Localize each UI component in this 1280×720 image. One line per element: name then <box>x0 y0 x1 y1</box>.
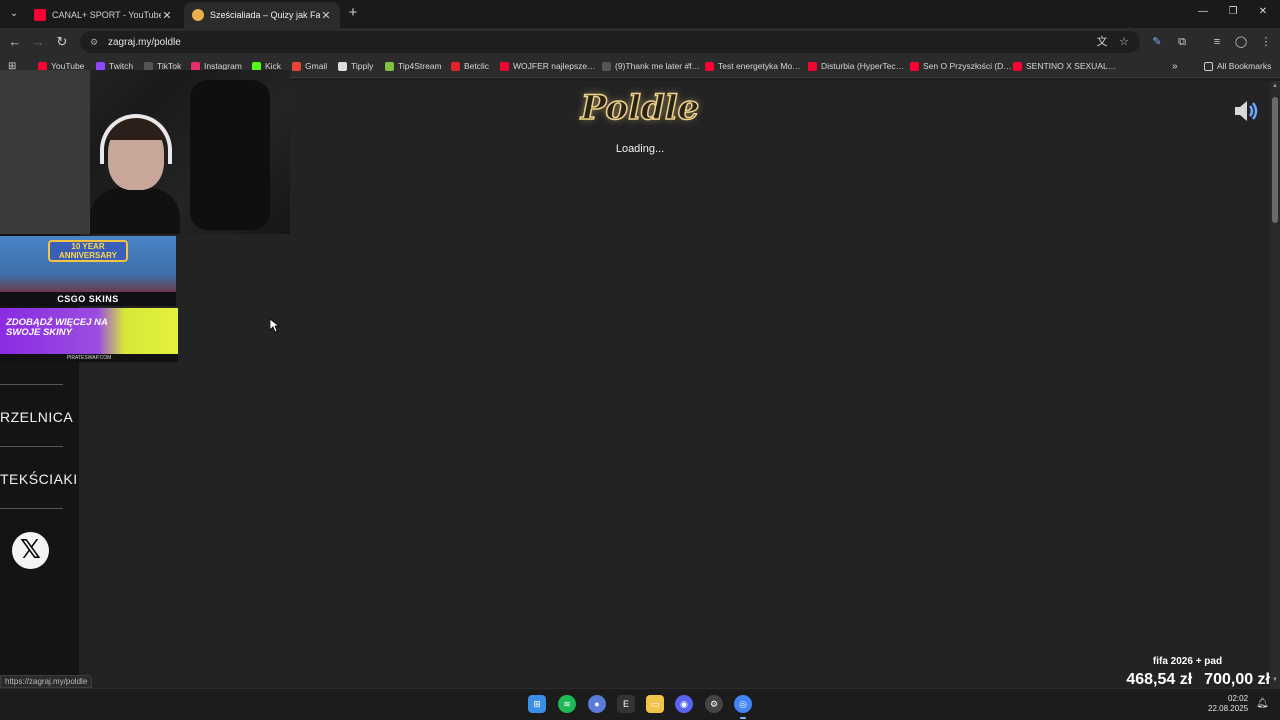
forward-icon[interactable]: → <box>30 34 46 50</box>
bookmark-star-icon[interactable]: ☆ <box>1116 34 1132 50</box>
tab-szescialiada[interactable]: Sześcialiada – Quizy jak Familia… ✕ <box>184 2 340 28</box>
loading-text: Loading... <box>615 143 665 155</box>
steelseries-icon[interactable]: ⚙ <box>705 695 723 713</box>
translate-icon[interactable]: 文 <box>1094 34 1110 50</box>
csgoskins-ad[interactable]: 10 YEAR ANNIVERSARY CSGO SKINS <box>0 236 176 306</box>
window-close-icon[interactable]: ✕ <box>1256 6 1270 17</box>
donation-goal-widget: fifa 2026 + pad 468,54 zł 700,00 zł <box>1080 656 1270 689</box>
x-social-icon[interactable]: 𝕏 <box>12 532 49 569</box>
ad-text: ZDOBĄDŹ WIĘCEJ NA SWOJE SKINY <box>6 317 108 338</box>
bookmark-test-energetyka[interactable]: Test energetyka Mo… <box>705 61 801 71</box>
pirateswap-ad[interactable]: ZDOBĄDŹ WIĘCEJ NA SWOJE SKINY PIRATESWAP… <box>0 308 178 362</box>
youtube-icon <box>910 61 919 71</box>
sidebar-item-strzelnica[interactable]: RZELNICA <box>0 409 79 425</box>
reload-icon[interactable]: ↻ <box>54 34 70 50</box>
close-icon[interactable]: ✕ <box>161 9 173 22</box>
system-clock[interactable]: 02:02 22.08.2025 <box>1208 694 1248 714</box>
sidebar-divider <box>0 446 63 447</box>
sidebar-divider <box>0 508 63 509</box>
tiktok-icon <box>602 61 611 71</box>
back-icon[interactable]: ← <box>7 34 23 50</box>
page-scrollbar[interactable]: ▲ ▼ <box>1270 81 1280 688</box>
menu-icon[interactable]: ⋮ <box>1258 34 1274 50</box>
file-explorer-icon[interactable]: ▭ <box>646 695 664 713</box>
bookmark-betclic[interactable]: Betclic <box>451 61 489 71</box>
new-tab-icon[interactable]: + <box>345 5 361 21</box>
tab-youtube[interactable]: CANAL+ SPORT - YouTube ✕ <box>26 2 181 28</box>
all-bookmarks[interactable]: All Bookmarks <box>1204 61 1271 71</box>
ad-banner: 10 YEAR ANNIVERSARY <box>48 240 128 262</box>
tab-title: CANAL+ SPORT - YouTube <box>52 10 161 20</box>
clock-date: 22.08.2025 <box>1208 704 1249 713</box>
bookmark-wojfer[interactable]: WOJFER najlepsze… <box>500 61 596 71</box>
bookmark-disturbia[interactable]: Disturbia (HyperTec… <box>808 61 904 71</box>
gmail-icon <box>292 61 301 71</box>
discord-icon[interactable]: ◉ <box>675 695 693 713</box>
browser-chrome: ⌄ CANAL+ SPORT - YouTube ✕ Sześcialiada … <box>0 0 1280 81</box>
bookmark-sentino[interactable]: SENTINO X SEXUAL… <box>1013 61 1116 71</box>
youtube-icon <box>34 9 46 21</box>
folder-icon <box>1204 61 1213 71</box>
bookmarks-overflow-icon[interactable]: » <box>1172 61 1178 72</box>
scrollbar-thumb[interactable] <box>1272 97 1278 223</box>
youtube-icon <box>1013 61 1022 71</box>
speaker-icon[interactable] <box>1232 99 1260 123</box>
tab-strip: ⌄ CANAL+ SPORT - YouTube ✕ Sześcialiada … <box>0 0 1280 28</box>
donation-target: 700,00 zł <box>1204 671 1270 688</box>
clock-time: 02:02 <box>1228 694 1249 703</box>
sidebar-divider <box>0 384 63 385</box>
windows-taskbar: ⊞ ≋ ● E ▭ ◉ ⚙ ◎ 02:02 22.08.2025 🔔︎ <box>0 688 1280 720</box>
epic-games-icon[interactable]: E <box>617 695 635 713</box>
site-favicon-icon <box>192 9 204 21</box>
windows-start-icon[interactable]: ⊞ <box>528 695 546 713</box>
tab-title: Sześcialiada – Quizy jak Familia… <box>210 10 320 20</box>
minimize-icon[interactable]: — <box>1196 6 1210 17</box>
tab-search-icon[interactable]: ⌄ <box>5 5 23 23</box>
link-status-bar: https://zagraj.my/poldle <box>0 675 93 688</box>
spotify-icon[interactable]: ≋ <box>558 695 576 713</box>
bookmark-sen-o-przyszlosci[interactable]: Sen O Przyszłości (D… <box>910 61 1012 71</box>
notification-bell-icon[interactable]: 🔔︎ <box>1256 698 1269 709</box>
app-icon[interactable]: ● <box>588 695 606 713</box>
bookmark-gmail[interactable]: Gmail <box>292 61 327 71</box>
webcam-overlay <box>0 70 290 234</box>
close-icon[interactable]: ✕ <box>320 9 332 22</box>
poldle-logo: Poldle <box>580 87 700 129</box>
sidebar-item-teksciaki[interactable]: TEKŚCIAKI <box>0 471 79 487</box>
youtube-icon <box>705 61 714 71</box>
chrome-icon[interactable]: ◎ <box>734 695 752 719</box>
restore-icon[interactable]: ❐ <box>1226 6 1240 17</box>
site-info-icon[interactable]: ⚙ <box>90 37 100 47</box>
bookmark-thank-me-later[interactable]: (9)Thank me later #f… <box>602 61 700 71</box>
address-bar[interactable]: ⚙ zagraj.my/poldle <box>80 31 1140 53</box>
extension-icon[interactable]: ✎ <box>1149 34 1165 50</box>
ad-brand: CSGO SKINS <box>0 292 176 306</box>
tipply-icon <box>338 61 347 71</box>
donation-goal-title: fifa 2026 + pad <box>1152 656 1223 667</box>
media-controls-icon[interactable]: ≡ <box>1209 34 1225 50</box>
youtube-icon <box>500 61 509 71</box>
extensions-puzzle-icon[interactable]: ⧉ <box>1174 34 1190 50</box>
scroll-down-icon[interactable]: ▼ <box>1271 677 1279 683</box>
youtube-icon <box>808 61 817 71</box>
ad-footer: PIRATESWAP.COM <box>0 354 178 362</box>
scroll-up-icon[interactable]: ▲ <box>1271 83 1279 89</box>
gaming-chair <box>190 80 270 230</box>
tip4stream-icon <box>385 61 394 71</box>
donation-current: 468,54 zł <box>1126 671 1193 688</box>
address-text: zagraj.my/poldle <box>108 36 181 48</box>
betclic-icon <box>451 61 460 71</box>
bookmark-tip4stream[interactable]: Tip4Stream <box>385 61 442 71</box>
profile-icon[interactable]: ◯ <box>1233 34 1249 50</box>
bookmark-tipply[interactable]: Tipply <box>338 61 373 71</box>
browser-toolbar: ← → ↻ ⚙ zagraj.my/poldle 文 ☆ ✎ ⧉ ≡ ◯ ⋮ <box>0 28 1280 56</box>
